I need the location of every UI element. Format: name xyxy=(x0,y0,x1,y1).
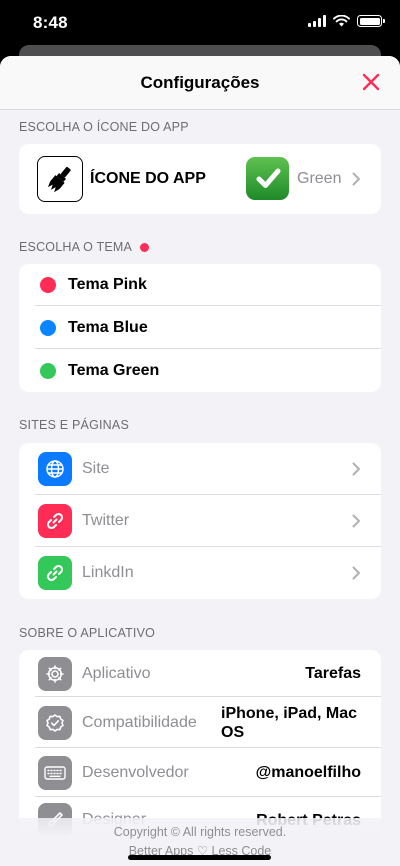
link-label: Site xyxy=(82,460,110,477)
cellular-signal-icon xyxy=(308,15,326,27)
section-header-theme-label: ESCOLHA O TEMA xyxy=(19,240,133,254)
keyboard-icon xyxy=(38,755,72,790)
about-value: Tarefas xyxy=(305,665,361,682)
app-icon-value: Green xyxy=(297,170,342,187)
checkmark-icon xyxy=(246,157,289,200)
pink-dot-icon xyxy=(40,277,56,293)
theme-label: Tema Pink xyxy=(68,276,147,293)
chevron-right-icon xyxy=(352,514,360,528)
app-icon-row[interactable]: ÍCONE DO APP Green xyxy=(19,144,381,214)
home-indicator xyxy=(128,855,271,860)
about-label: Aplicativo xyxy=(82,664,151,682)
theme-row-blue[interactable]: Tema Blue xyxy=(19,306,381,349)
about-value: @manoelfilho xyxy=(255,764,361,781)
section-header-theme: ESCOLHA O TEMA xyxy=(19,240,150,254)
navigation-bar: Configurações xyxy=(0,56,400,110)
page-title: Configurações xyxy=(140,73,260,92)
link-icon xyxy=(38,556,72,590)
link-row-site[interactable]: Site xyxy=(19,443,381,495)
about-label: Compatibilidade xyxy=(82,713,197,731)
battery-icon xyxy=(357,15,385,27)
theme-indicator-dot xyxy=(140,242,150,252)
app-icon-label: ÍCONE DO APP xyxy=(90,170,206,187)
gear-icon xyxy=(38,656,72,691)
section-header-app-icon: ESCOLHA O ÍCONE DO APP xyxy=(19,120,189,134)
globe-icon xyxy=(38,452,72,486)
theme-row-green[interactable]: Tema Green xyxy=(19,349,381,392)
paintbrush-icon xyxy=(37,156,83,202)
close-icon[interactable] xyxy=(362,73,380,91)
wifi-icon xyxy=(333,15,350,27)
link-label: Twitter xyxy=(82,512,130,529)
about-row-app: Aplicativo Tarefas xyxy=(19,650,381,697)
link-row-twitter[interactable]: Twitter xyxy=(19,495,381,547)
app-icon-group: ÍCONE DO APP Green xyxy=(19,144,381,214)
chevron-right-icon xyxy=(352,172,360,186)
green-dot-icon xyxy=(40,362,56,379)
status-icons xyxy=(308,15,385,27)
theme-label: Tema Green xyxy=(68,361,160,379)
theme-row-pink[interactable]: Tema Pink xyxy=(19,264,381,306)
about-row-compat: Compatibilidade iPhone, iPad, Mac OS xyxy=(19,697,381,748)
chevron-right-icon xyxy=(352,566,360,580)
link-label: LinkdIn xyxy=(82,564,134,581)
status-bar: 8:48 xyxy=(0,0,400,46)
status-time: 8:48 xyxy=(33,13,68,32)
section-header-sites: SITES E PÁGINAS xyxy=(19,418,129,432)
footer-copyright: Copyright © All rights reserved. xyxy=(113,825,287,839)
sites-group: Site Twitter LinkdIn xyxy=(19,443,381,599)
settings-sheet: Configurações ESCOLHA O ÍCONE DO APP ÍCO… xyxy=(0,56,400,866)
link-icon xyxy=(38,504,72,538)
checkmark-seal-icon xyxy=(38,705,72,740)
chevron-right-icon xyxy=(352,462,360,476)
theme-group: Tema Pink Tema Blue Tema Green xyxy=(19,264,381,392)
about-value: iPhone, iPad, Mac OS xyxy=(221,704,358,741)
about-row-developer: Desenvolvedor @manoelfilho xyxy=(19,748,381,797)
theme-label: Tema Blue xyxy=(68,318,148,336)
blue-dot-icon xyxy=(40,319,56,336)
link-row-linkedin[interactable]: LinkdIn xyxy=(19,547,381,599)
about-label: Desenvolvedor xyxy=(82,763,189,781)
section-header-about: SOBRE O APLICATIVO xyxy=(19,626,156,640)
